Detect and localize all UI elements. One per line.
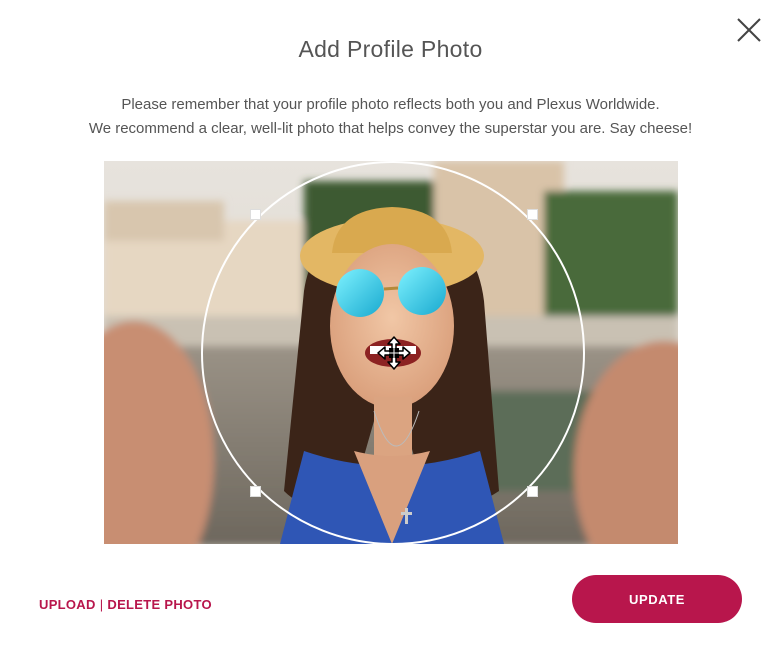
description-line-2: We recommend a clear, well-lit photo tha…: [88, 120, 693, 137]
crop-handle-bottom-right[interactable]: [527, 486, 538, 497]
photo-actions: UPLOAD | DELETE PHOTO: [39, 597, 212, 612]
upload-link[interactable]: UPLOAD: [39, 597, 96, 612]
crop-handle-top-right[interactable]: [527, 209, 538, 220]
update-button[interactable]: UPDATE: [572, 575, 742, 623]
action-separator: |: [99, 597, 104, 612]
crop-handle-bottom-left[interactable]: [250, 486, 261, 497]
delete-photo-link[interactable]: DELETE PHOTO: [107, 597, 211, 612]
move-arrows-icon: [377, 336, 411, 370]
add-profile-photo-dialog: Add Profile Photo Please remember that y…: [0, 0, 781, 653]
dialog-title: Add Profile Photo: [298, 36, 483, 62]
move-handle[interactable]: [376, 335, 412, 371]
description-line-1: Please remember that your profile photo …: [121, 96, 660, 113]
crop-handle-top-left[interactable]: [250, 209, 261, 220]
